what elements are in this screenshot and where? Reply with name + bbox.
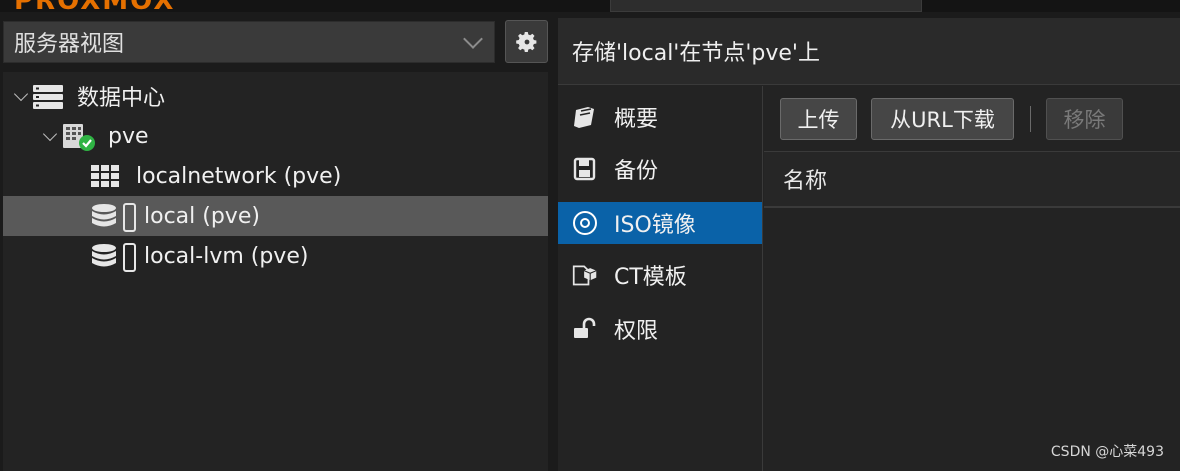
proxmox-logo[interactable]: PROXMOX (14, 0, 175, 16)
disc-icon (573, 211, 597, 235)
template-icon (572, 265, 597, 286)
page-title: 存储'local'在节点'pve'上 (572, 41, 820, 66)
watermark: CSDN @心菜493 (1050, 444, 1164, 460)
nav-item-iso-images[interactable]: ISO镜像 (558, 202, 762, 244)
book-icon (574, 107, 594, 128)
top-bar: PROXMOX (0, 0, 1180, 16)
storage-icon (92, 243, 136, 272)
floppy-icon (573, 157, 596, 181)
nav-item-permissions[interactable]: 权限 (558, 308, 762, 350)
panel-splitter[interactable] (548, 18, 558, 471)
tree-item-pve[interactable]: pve (3, 116, 548, 156)
nav-item-summary[interactable]: 概要 (558, 96, 762, 138)
tree-item-label: pve (108, 123, 149, 149)
iso-image-list[interactable] (764, 208, 1180, 471)
column-header-name[interactable]: 名称 (783, 163, 827, 195)
server-online-icon (63, 124, 95, 151)
tree-item-label: local (pve) (144, 203, 260, 229)
tree-item-local[interactable]: local (pve) (3, 196, 548, 236)
storage-icon (92, 203, 136, 232)
tree-item-label: local-lvm (pve) (144, 243, 309, 269)
gear-icon (515, 31, 536, 52)
content-header: 存储'local'在节点'pve'上 (558, 18, 1180, 85)
upload-button[interactable]: 上传 (780, 98, 857, 140)
chevron-down-icon[interactable] (463, 29, 483, 49)
chevron-down-icon[interactable] (13, 86, 29, 102)
unlock-icon (574, 317, 596, 338)
sdn-grid-icon (91, 165, 119, 187)
nav-item-label: CT模板 (614, 265, 687, 290)
storage-toolbar: 上传 从URL下载 移除 (764, 86, 1180, 152)
view-selector[interactable]: 服务器视图 (3, 21, 495, 63)
nav-item-ct-templates[interactable]: CT模板 (558, 254, 762, 296)
nav-item-label: 概要 (614, 107, 659, 132)
resource-tree: 数据中心 pve localnetwork (pve) local (pve) … (3, 72, 548, 471)
tree-item-datacenter[interactable]: 数据中心 (3, 76, 548, 116)
nav-item-label: 备份 (614, 159, 659, 184)
remove-button[interactable]: 移除 (1046, 98, 1123, 140)
toolbar-separator (1030, 106, 1031, 132)
global-search-input[interactable] (610, 0, 922, 12)
grid-header: 名称 (764, 152, 1180, 208)
nav-item-backup[interactable]: 备份 (558, 148, 762, 190)
tree-item-localnetwork[interactable]: localnetwork (pve) (3, 156, 548, 196)
gear-button[interactable] (505, 20, 548, 63)
datacenter-icon (33, 85, 63, 109)
tree-item-local-lvm[interactable]: local-lvm (pve) (3, 236, 548, 276)
download-from-url-button[interactable]: 从URL下载 (871, 98, 1014, 140)
nav-item-label: 权限 (614, 319, 659, 344)
tree-item-label: 数据中心 (77, 86, 166, 111)
tree-item-label: localnetwork (pve) (136, 163, 342, 189)
nav-item-label: ISO镜像 (614, 213, 696, 238)
view-selector-value: 服务器视图 (14, 32, 125, 57)
content-panel: 存储'local'在节点'pve'上 概要 备份 ISO镜像 CT模板 权限 上… (558, 18, 1180, 471)
storage-nav-menu: 概要 备份 ISO镜像 CT模板 权限 (558, 86, 763, 471)
chevron-down-icon[interactable] (42, 126, 58, 142)
